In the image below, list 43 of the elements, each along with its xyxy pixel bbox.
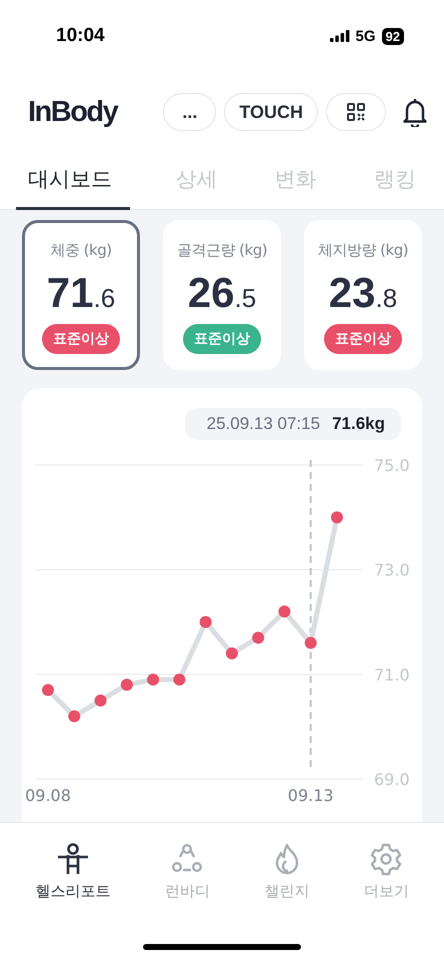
network-label: 5G xyxy=(356,28,376,44)
notification-bell-icon[interactable] xyxy=(402,97,428,127)
x-axis-label: 09.13 xyxy=(288,786,334,805)
y-axis-label: 73.0 xyxy=(374,560,410,580)
y-axis-label: 69.0 xyxy=(374,770,410,789)
data-point xyxy=(120,678,133,691)
metric-label: 골격근량 (kg) xyxy=(176,241,268,260)
data-point xyxy=(304,636,317,649)
touch-button[interactable]: TOUCH xyxy=(224,93,318,131)
more-button[interactable]: ... xyxy=(163,93,216,131)
data-point xyxy=(330,511,343,524)
data-point xyxy=(200,616,212,628)
qr-code-button[interactable] xyxy=(326,93,386,131)
metric-value: 23.8 xyxy=(328,272,398,314)
data-point xyxy=(278,606,290,618)
metric-card[interactable]: 체중 (kg) 71.6 표준이상 xyxy=(22,220,140,370)
metric-value: 71.6 xyxy=(46,272,116,314)
status-badge: 표준이상 xyxy=(183,324,261,354)
data-point xyxy=(173,674,186,686)
tooltip-value: 71.6kg xyxy=(332,414,385,434)
nav-item[interactable]: 헬스리포트 xyxy=(29,841,116,913)
metric-value: 26.5 xyxy=(188,272,256,314)
signal-icon xyxy=(330,30,350,42)
metric-label: 체지방량 (kg) xyxy=(318,241,408,260)
y-axis-label: 75.0 xyxy=(374,456,410,475)
tooltip-datetime: 25.09.13 07:15 xyxy=(206,414,320,434)
status-time: 10:04 xyxy=(56,25,105,47)
data-point xyxy=(252,632,264,644)
status-badge: 표준이상 xyxy=(42,324,120,354)
data-point xyxy=(147,674,160,686)
app-logo: InBody xyxy=(28,96,118,128)
y-axis-label: 71.0 xyxy=(374,665,410,684)
status-badge: 표준이상 xyxy=(324,324,402,354)
x-axis-label: 09.08 xyxy=(25,786,71,805)
metric-card[interactable]: 체지방량 (kg) 23.8 표준이상 xyxy=(304,220,422,370)
data-point xyxy=(68,710,80,722)
metric-label: 체중 (kg) xyxy=(50,241,112,260)
battery-indicator: 92 xyxy=(382,28,404,44)
data-point xyxy=(42,684,54,696)
qr-code-icon xyxy=(346,102,366,122)
data-point xyxy=(226,647,238,660)
metric-card[interactable]: 골격근량 (kg) 26.5 표준이상 xyxy=(163,220,281,370)
data-point xyxy=(94,694,107,706)
